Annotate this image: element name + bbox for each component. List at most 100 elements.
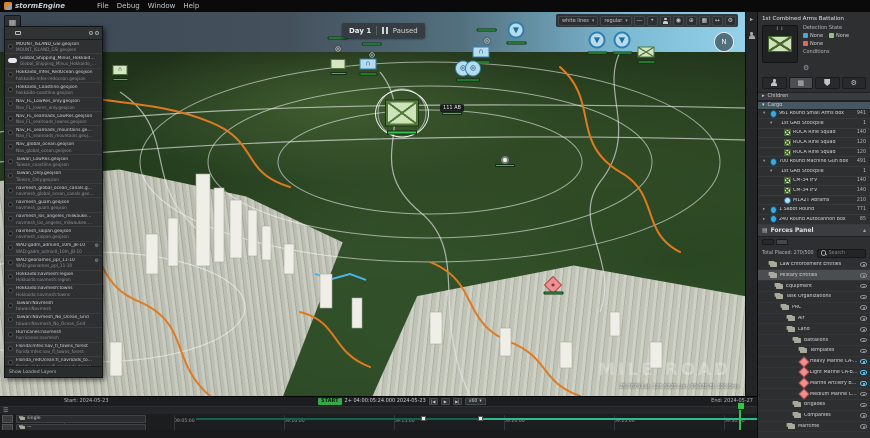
map-toolbar-dropdown[interactable]: regular ▾	[600, 15, 632, 26]
layer-toggle[interactable]	[8, 317, 13, 323]
layer-settings-icon[interactable]	[95, 258, 99, 264]
map-marker[interactable]	[506, 21, 526, 45]
layer-toggle[interactable]	[8, 158, 13, 164]
map-marker[interactable]	[327, 36, 348, 56]
map-marker[interactable]	[386, 100, 418, 135]
layer-row[interactable]: Nav_FL_sealroads_mountains.geojson Nav_F…	[5, 126, 102, 141]
layer-row[interactable]: Hokkaido:navmesh:region Hokkaido:navmesh…	[5, 270, 102, 285]
visibility-eye-icon[interactable]	[860, 294, 867, 300]
expand-caret-icon[interactable]	[763, 159, 768, 164]
layer-row[interactable]: Taiwan:Navmesh_No_Ocean_Grid taiwan:Navm…	[5, 313, 102, 329]
entities-rail-icon[interactable]	[748, 32, 755, 39]
speed-select[interactable]: x60 ▾	[464, 397, 486, 405]
force-tree-row[interactable]: Templates	[758, 346, 870, 357]
layer-toggle[interactable]	[8, 101, 13, 107]
collapse-rail-icon[interactable]: ▸	[750, 16, 753, 23]
layer-row[interactable]: Nav_FL_sealroads_LowRes.geojson Nav_FL_s…	[5, 112, 102, 127]
point-icon[interactable]	[646, 15, 658, 26]
layer-row[interactable]: Nav_FL_LowRes_only.geojson Nav_FL_lowres…	[5, 97, 102, 113]
force-tree-row[interactable]: Companies	[758, 411, 870, 422]
visibility-eye-icon[interactable]	[860, 337, 867, 343]
force-tree-row[interactable]: Brigades	[758, 400, 870, 411]
map-viewport[interactable]: MILE ROAD ▼ ▼ ▼ ⊛ ⊛ ⊛ ∩ ∩ ⊛ ⊛ ∩ 111 AB D…	[0, 12, 745, 396]
track-header[interactable]: single	[2, 414, 146, 423]
layer-row[interactable]: navmesh_los_angeles_milwaukee.geojson na…	[5, 212, 102, 228]
force-tree-row[interactable]: Maritime	[758, 422, 870, 433]
layer-toggle[interactable]	[8, 216, 13, 222]
layer-row[interactable]: navmesh_guam.geojson navmesh_guam.geojso…	[5, 198, 102, 213]
visibility-eye-icon[interactable]	[860, 283, 867, 289]
layers-tab[interactable]	[24, 31, 28, 35]
layer-settings-icon[interactable]	[95, 243, 99, 249]
force-tree-row[interactable]: Air	[758, 314, 870, 325]
track-filter-icon[interactable]: ☰	[3, 407, 8, 414]
map-toolbar-dropdown[interactable]: white lines ▾	[558, 15, 599, 26]
layer-toggle[interactable]	[8, 57, 17, 63]
layer-toggle[interactable]	[8, 288, 13, 294]
tab-settings[interactable]: ⚙	[841, 76, 866, 89]
layer-row[interactable]: Hokkaido_Coastline.geojson hokkaido-coas…	[5, 83, 102, 98]
visibility-eye-icon[interactable]	[860, 327, 867, 332]
cargo-item[interactable]: 1st GAB Stockpile 1	[758, 119, 870, 129]
step-back-button[interactable]: |◀	[428, 397, 438, 405]
menu-item[interactable]: File	[97, 2, 109, 10]
force-tree-row[interactable]: Medium Marine CA-BN, 3rd Marin...	[758, 389, 870, 400]
layer-toggle[interactable]	[8, 115, 13, 121]
search-input[interactable]: Search	[816, 248, 866, 258]
layer-toggle[interactable]	[8, 360, 13, 366]
layer-toggle[interactable]	[8, 43, 13, 49]
map-marker[interactable]	[637, 46, 655, 64]
cargo-item[interactable]: 240 Round Autocannon Box 85	[758, 215, 870, 225]
force-tree-row[interactable]: PRC	[758, 303, 870, 314]
unit-filter-icon[interactable]	[659, 15, 671, 26]
force-tree-row[interactable]: Heavy Marine CA-BN, 3rd Marine B...	[758, 357, 870, 368]
layer-toggle[interactable]	[8, 302, 13, 308]
map-marker[interactable]: 111 AB	[440, 104, 464, 115]
play-button[interactable]: ▶	[440, 397, 450, 405]
force-tree-row[interactable]: Equipment	[758, 281, 870, 293]
layer-toggle[interactable]	[8, 86, 13, 92]
cargo-item[interactable]: 700 Round Machine Gun Box 491	[758, 157, 870, 168]
visibility-eye-icon[interactable]	[860, 424, 867, 429]
layer-row[interactable]: Taiwan_Only.geojson Taiwan_Only.geojson	[5, 169, 102, 185]
force-tree-row[interactable]: Military Entities	[758, 270, 870, 282]
cargo-item[interactable]: M1A2T Abrams 210	[758, 195, 870, 206]
layer-toggle[interactable]	[8, 129, 13, 135]
cargo-item[interactable]: ROCA Rifle Squad 140	[758, 128, 870, 139]
expand-caret-icon[interactable]	[770, 121, 775, 126]
range-handle[interactable]	[478, 415, 483, 421]
layer-row[interactable]: Hokkaido:navmesh:towns Hokkaido:navmesh:…	[5, 284, 102, 300]
map-marker[interactable]	[612, 31, 632, 55]
menu-item[interactable]: Window	[148, 2, 176, 10]
force-tree-row[interactable]: Land	[758, 324, 870, 336]
cargo-item[interactable]: 1 Sabot Round 771	[758, 205, 870, 216]
measure-icon[interactable]	[633, 15, 645, 26]
force-tree-row[interactable]: Light Marine CA-BN, 3rd Marine B...	[758, 368, 870, 379]
layers-tab[interactable]	[8, 31, 12, 35]
force-tree-row[interactable]: Task Organizations	[758, 292, 870, 303]
visibility-eye-icon[interactable]	[860, 262, 867, 267]
layer-toggle[interactable]	[8, 259, 13, 265]
layer-row[interactable]: WAD:gadm_admin0_10m_JB-10 WAD:gadm_admin…	[5, 241, 102, 257]
layer-row[interactable]: navmesh_saipan.geojson navmesh_saipan.ge…	[5, 227, 102, 242]
start-chip[interactable]: START	[318, 397, 342, 405]
layer-row[interactable]: Nav_global_ocean.geojson Nav_global_ocea…	[5, 140, 102, 156]
expand-caret-icon[interactable]	[763, 217, 768, 222]
force-tree-row[interactable]: Marine Artillery BN, 3rd BDE	[758, 378, 870, 390]
visibility-eye-icon[interactable]	[860, 348, 867, 354]
forces-tab[interactable]	[776, 238, 788, 245]
layers-tab[interactable]	[31, 31, 35, 35]
map-marker[interactable]	[472, 46, 490, 64]
layer-row[interactable]: WAD:geonames_ppl_11-10 WAD:geonames_ppl_…	[5, 256, 102, 271]
compass[interactable]: N	[714, 32, 734, 52]
layer-row[interactable]: MOUNT_ISLAND_GSI.geojson MOUNT_ISLAND_GS…	[5, 40, 102, 55]
visibility-eye-icon[interactable]	[860, 273, 867, 278]
step-forward-button[interactable]: ▶|	[452, 397, 462, 405]
panel-action-icon[interactable]	[89, 31, 93, 35]
visibility-eye-icon[interactable]	[860, 380, 867, 386]
layer-row[interactable]: navmesh_global_ocean_canals.geojson navm…	[5, 184, 102, 199]
cargo-item[interactable]: CM-34 IFV 140	[758, 176, 870, 187]
layer-toggle[interactable]	[8, 331, 13, 337]
visibility-eye-icon[interactable]	[860, 316, 867, 321]
layer-row[interactable]: Taiwan:Navmesh taiwan:Navmesh	[5, 299, 102, 314]
